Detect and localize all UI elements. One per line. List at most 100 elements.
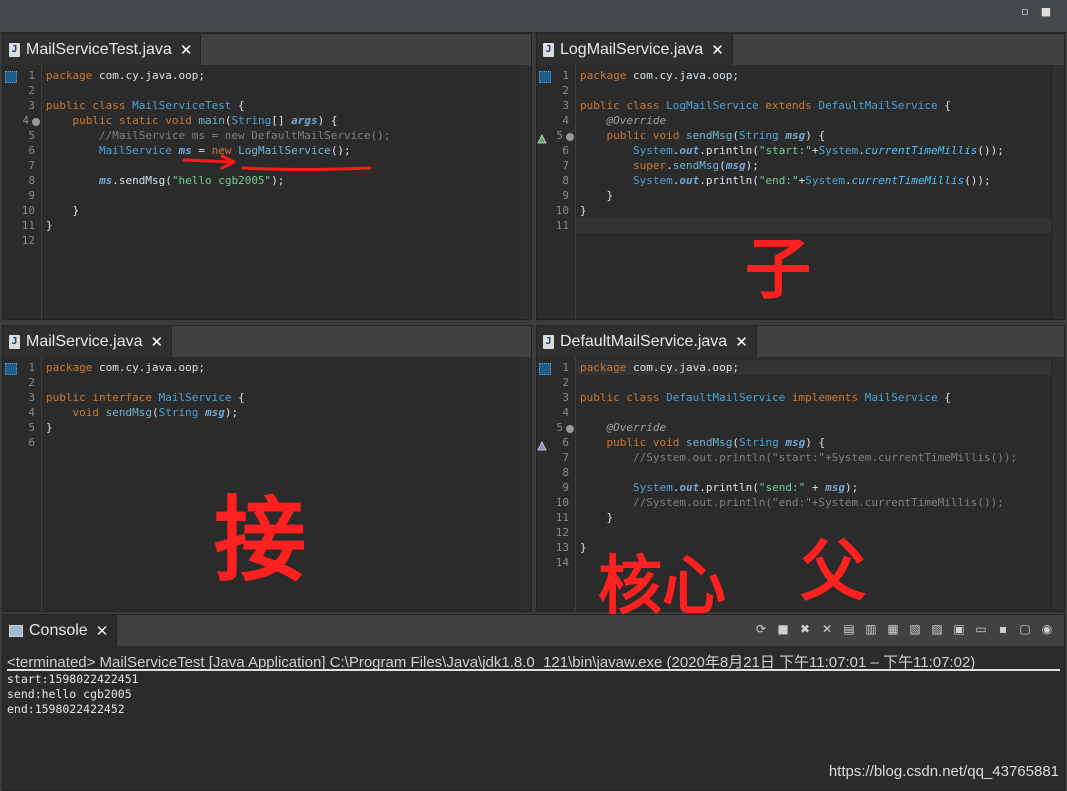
line-number: 9	[28, 189, 35, 202]
tab-logmailservice[interactable]: J LogMailService.java ✕	[537, 34, 733, 65]
code-token: );	[844, 481, 859, 494]
console-icon	[9, 624, 23, 637]
open-console-icon[interactable]: ▪	[994, 620, 1012, 638]
console-toolbar: ⟳ ■ ✖ ✕ ▤ ▥ ▦ ▧ ▨ ▣ ▭ ▪ ▢ ◉	[752, 620, 1056, 638]
code-token: ) {	[805, 436, 826, 449]
show-stderr-icon[interactable]: ▧	[906, 620, 924, 638]
new-console-icon[interactable]: ▣	[950, 620, 968, 638]
word-wrap-icon[interactable]: ▥	[862, 620, 880, 638]
code-token: LogMailService	[666, 99, 759, 112]
editor-tab-bar: J MailService.java ✕	[3, 326, 531, 357]
code-token: );	[271, 174, 285, 187]
console-launch-title: <terminated> MailServiceTest [Java Appli…	[7, 651, 1060, 671]
tab-console[interactable]: Console ✕	[3, 615, 118, 646]
vertical-scrollbar[interactable]	[1051, 357, 1064, 611]
vertical-scrollbar[interactable]	[518, 65, 531, 319]
code-area[interactable]: package com.cy.java.oop; public class Def…	[575, 357, 1052, 611]
fold-collapse-icon[interactable]	[32, 118, 40, 126]
line-number-ruler: 1 2 3 4 5 6	[3, 357, 39, 611]
code-line: package com.cy.java.oop;	[46, 69, 205, 82]
remove-all-icon[interactable]: ✕	[818, 620, 836, 638]
code-token: LogMailService	[238, 144, 331, 157]
line-number: 2	[28, 84, 35, 97]
code-line: System.out.println("start:"+System.curre…	[580, 144, 1004, 157]
code-line: super.sendMsg(msg);	[580, 159, 759, 172]
fold-collapse-icon[interactable]	[566, 133, 574, 141]
code-line: }	[580, 189, 613, 202]
code-token: .	[844, 174, 852, 187]
code-token: ());	[964, 174, 991, 187]
code-line: public void sendMsg(String msg) {	[580, 436, 826, 449]
code-line: @Override	[580, 421, 667, 434]
code-editor[interactable]: 1 2 3 4 5 6 7 8 9 10 11 12 package com.cy.java.oop;…	[3, 65, 531, 319]
maximize-icon[interactable]: ◉	[1038, 620, 1056, 638]
line-number: 7	[562, 159, 569, 172]
code-token: (	[719, 159, 726, 172]
code-token: out	[679, 481, 700, 494]
code-token: DefaultMailService	[666, 391, 786, 404]
line-number: 4	[22, 114, 29, 127]
code-area[interactable]: package com.cy.java.oop; public class Mai…	[41, 65, 519, 319]
code-token: public class	[580, 99, 667, 112]
show-stdout-icon[interactable]: ▦	[884, 620, 902, 638]
code-line: //System.out.println("start:"+System.cur…	[580, 451, 1017, 464]
code-editor[interactable]: 1 2 3 4 5 6 package com.cy.java.oop; public in…	[3, 357, 531, 611]
refresh-icon[interactable]: ⟳	[752, 620, 770, 638]
editor-pane-logmailservice: J LogMailService.java ✕ 1 2 3 4 5 6 7 8 9 10 11 pa…	[536, 33, 1065, 320]
line-number: 6	[28, 436, 35, 449]
maximize-icon[interactable]: ■	[1040, 6, 1052, 18]
tab-mailservicetest[interactable]: J MailServiceTest.java ✕	[3, 34, 202, 65]
line-number: 8	[562, 174, 569, 187]
code-token: MailService	[98, 144, 172, 157]
code-token: MailService	[158, 391, 232, 404]
code-token: );	[745, 159, 759, 172]
java-file-icon: J	[543, 42, 554, 57]
tab-defaultmailservice[interactable]: J DefaultMailService.java ✕	[537, 326, 757, 357]
override-marker-icon[interactable]	[537, 131, 547, 144]
code-token: (	[732, 436, 739, 449]
close-icon[interactable]: ✕	[735, 333, 748, 351]
pin-console-icon[interactable]: ▨	[928, 620, 946, 638]
vertical-scrollbar[interactable]	[518, 357, 531, 611]
line-number: 7	[28, 159, 35, 172]
close-icon[interactable]: ✕	[180, 41, 193, 59]
override-marker-icon[interactable]	[537, 438, 547, 451]
code-line: System.out.println("send:" + msg);	[580, 481, 858, 494]
tab-mailservice[interactable]: J MailService.java ✕	[3, 326, 173, 357]
minimize-icon[interactable]: ▢	[1016, 620, 1034, 638]
code-area[interactable]: package com.cy.java.oop; public class Log…	[575, 65, 1052, 319]
line-number: 5	[556, 421, 563, 434]
close-icon[interactable]: ✕	[711, 41, 724, 59]
minimize-icon[interactable]: ▫	[1019, 6, 1031, 18]
code-token: public void	[606, 129, 686, 142]
line-number: 3	[562, 99, 569, 112]
code-token: args	[291, 114, 318, 127]
code-token: .	[858, 144, 865, 157]
code-line: void sendMsg(String msg);	[46, 406, 239, 419]
code-token: );	[224, 406, 239, 419]
code-token: "send:"	[758, 481, 806, 494]
display-console-icon[interactable]: ▭	[972, 620, 990, 638]
code-token: ms	[178, 144, 192, 157]
scroll-lock-icon[interactable]: ▤	[840, 620, 858, 638]
remove-launch-icon[interactable]: ✖	[796, 620, 814, 638]
code-editor[interactable]: 1 2 3 4 5 6 7 8 9 10 11 package com.cy.java.oop; pu…	[537, 65, 1064, 319]
code-token: .println(	[699, 481, 759, 494]
close-icon[interactable]: ✕	[96, 622, 109, 640]
close-icon[interactable]: ✕	[150, 333, 163, 351]
code-token: package	[580, 69, 627, 82]
code-editor[interactable]: 1 2 3 4 5 6 7 8 9 10 11 12 13 14 package com.cy.java.…	[537, 357, 1064, 611]
code-area[interactable]: package com.cy.java.oop; public interface…	[41, 357, 519, 611]
code-token: //MailService ms = new DefaultMailServic…	[46, 129, 391, 142]
code-line: }	[46, 421, 53, 434]
fold-collapse-icon[interactable]	[566, 425, 574, 433]
line-number: 13	[555, 541, 569, 554]
editor-pane-mailservice: J MailService.java ✕ 1 2 3 4 5 6 package com.…	[2, 325, 532, 612]
stop-icon[interactable]: ■	[774, 620, 792, 638]
vertical-scrollbar[interactable]	[1051, 65, 1064, 319]
code-token: "hello cgb2005"	[171, 174, 272, 187]
